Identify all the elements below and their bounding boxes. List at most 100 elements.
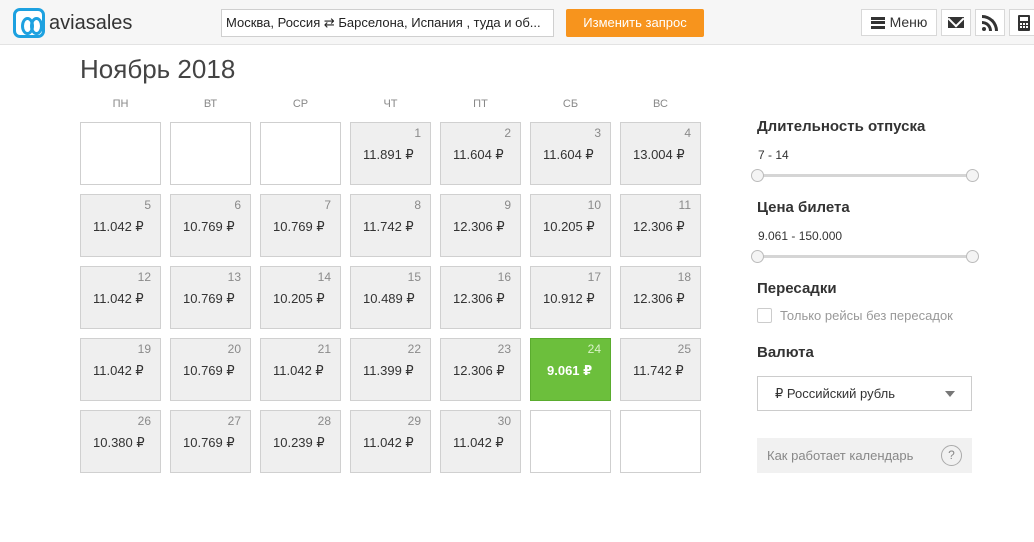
calendar-day-cell[interactable]: 6 10.769 ₽ <box>170 194 251 257</box>
day-price: 12.306 ₽ <box>633 291 685 306</box>
change-search-button[interactable]: Изменить запрос <box>566 9 704 37</box>
day-number: 1 <box>414 126 421 140</box>
chevron-down-icon <box>945 391 955 397</box>
day-number: 14 <box>317 270 331 284</box>
day-number: 28 <box>317 414 331 428</box>
day-number: 10 <box>587 198 601 212</box>
calendar-day-cell[interactable]: 1 11.891 ₽ <box>350 122 431 185</box>
price-title: Цена билета <box>757 199 850 216</box>
day-number: 24 <box>587 342 601 356</box>
menu-button[interactable]: Меню <box>861 9 937 36</box>
calendar-day-cell[interactable]: 22 11.399 ₽ <box>350 338 431 401</box>
calendar-day-cell[interactable]: 15 10.489 ₽ <box>350 266 431 329</box>
day-number: 13 <box>227 270 241 284</box>
day-number: 9 <box>504 198 511 212</box>
calendar-day-cell-cheapest[interactable]: 24 9.061 ₽ <box>530 338 611 401</box>
calendar-day-cell[interactable]: 2 11.604 ₽ <box>440 122 521 185</box>
calendar-day-cell[interactable]: 7 10.769 ₽ <box>260 194 341 257</box>
day-price: 11.604 ₽ <box>453 147 504 162</box>
weekday-label: ЧТ <box>383 98 398 110</box>
day-price: 10.205 ₽ <box>543 219 595 234</box>
calendar-day-cell[interactable]: 21 11.042 ₽ <box>260 338 341 401</box>
day-number: 21 <box>317 342 331 356</box>
calendar-day-cell[interactable]: 4 13.004 ₽ <box>620 122 701 185</box>
day-number: 25 <box>677 342 691 356</box>
duration-slider-min-handle[interactable] <box>751 169 764 182</box>
route-summary-field[interactable]: Москва, Россия ⇄ Барселона, Испания , ту… <box>221 9 554 37</box>
menu-label: Меню <box>889 14 928 30</box>
calendar-day-cell[interactable]: 5 11.042 ₽ <box>80 194 161 257</box>
calculator-button[interactable] <box>1009 9 1034 36</box>
calendar-day-cell[interactable]: 10 10.205 ₽ <box>530 194 611 257</box>
mail-button[interactable] <box>941 9 971 36</box>
calendar-day-cell[interactable]: 18 12.306 ₽ <box>620 266 701 329</box>
calendar-day-cell[interactable]: 8 11.742 ₽ <box>350 194 431 257</box>
calendar-day-cell[interactable]: 23 12.306 ₽ <box>440 338 521 401</box>
weekday-label: ПН <box>112 98 129 110</box>
day-price: 10.912 ₽ <box>543 291 595 306</box>
day-price: 11.042 ₽ <box>363 435 414 450</box>
calendar-day-cell[interactable]: 26 10.380 ₽ <box>80 410 161 473</box>
calendar-day-cell[interactable]: 29 11.042 ₽ <box>350 410 431 473</box>
day-price: 10.769 ₽ <box>183 219 235 234</box>
day-price: 10.380 ₽ <box>93 435 145 450</box>
rss-icon <box>982 14 998 31</box>
calendar-day-cell[interactable]: 11 12.306 ₽ <box>620 194 701 257</box>
currency-select[interactable]: ₽ Российский рубль <box>757 376 972 411</box>
how-calendar-works-link[interactable]: Как работает календарь ? <box>757 438 972 473</box>
day-number: 2 <box>504 126 511 140</box>
calendar-day-cell[interactable]: 20 10.769 ₽ <box>170 338 251 401</box>
duration-slider[interactable] <box>751 169 979 182</box>
calendar-day-cell[interactable]: 28 10.239 ₽ <box>260 410 341 473</box>
day-number: 22 <box>407 342 421 356</box>
calendar-day-cell[interactable]: 17 10.912 ₽ <box>530 266 611 329</box>
day-price: 10.489 ₽ <box>363 291 415 306</box>
day-price: 10.769 ₽ <box>183 291 235 306</box>
rss-button[interactable] <box>975 9 1005 36</box>
calendar-day-cell[interactable]: 30 11.042 ₽ <box>440 410 521 473</box>
day-price: 11.891 ₽ <box>363 147 414 162</box>
price-slider[interactable] <box>751 250 979 263</box>
day-number: 15 <box>407 270 421 284</box>
calendar-empty-cell <box>80 122 161 185</box>
calendar-day-cell[interactable]: 12 11.042 ₽ <box>80 266 161 329</box>
transfers-title: Пересадки <box>757 280 837 297</box>
day-number: 7 <box>324 198 331 212</box>
logo[interactable]: aviasales <box>13 8 132 38</box>
calendar-day-cell[interactable]: 25 11.742 ₽ <box>620 338 701 401</box>
day-number: 11 <box>678 198 691 212</box>
calendar-day-cell[interactable]: 13 10.769 ₽ <box>170 266 251 329</box>
logo-text: aviasales <box>49 11 133 34</box>
calendar-day-cell[interactable]: 9 12.306 ₽ <box>440 194 521 257</box>
day-number: 30 <box>497 414 511 428</box>
calendar-day-cell[interactable]: 19 11.042 ₽ <box>80 338 161 401</box>
day-price: 10.769 ₽ <box>183 435 235 450</box>
calculator-icon <box>1018 14 1030 31</box>
calendar-day-cell[interactable]: 27 10.769 ₽ <box>170 410 251 473</box>
day-price: 12.306 ₽ <box>633 219 685 234</box>
day-price: 11.742 ₽ <box>633 363 684 378</box>
menu-icon <box>870 16 885 29</box>
top-bar: aviasales Москва, Россия ⇄ Барселона, Ис… <box>0 0 1034 45</box>
logo-icon <box>13 8 45 38</box>
day-number: 4 <box>684 126 691 140</box>
day-price: 11.399 ₽ <box>363 363 414 378</box>
direct-only-checkbox[interactable] <box>757 308 772 323</box>
duration-title: Длительность отпуска <box>757 118 926 135</box>
calendar-day-cell[interactable]: 16 12.306 ₽ <box>440 266 521 329</box>
day-price: 11.742 ₽ <box>363 219 414 234</box>
calendar-day-cell[interactable]: 14 10.205 ₽ <box>260 266 341 329</box>
price-slider-min-handle[interactable] <box>751 250 764 263</box>
day-price: 11.042 ₽ <box>93 363 144 378</box>
duration-slider-max-handle[interactable] <box>966 169 979 182</box>
price-slider-max-handle[interactable] <box>966 250 979 263</box>
day-number: 23 <box>497 342 511 356</box>
direct-only-option[interactable]: Только рейсы без пересадок <box>757 308 953 323</box>
calendar-day-cell[interactable]: 3 11.604 ₽ <box>530 122 611 185</box>
calendar-empty-cell <box>530 410 611 473</box>
day-price: 11.042 ₽ <box>273 363 324 378</box>
weekday-label: ПТ <box>473 98 488 110</box>
day-price: 11.042 ₽ <box>93 219 144 234</box>
day-price: 10.769 ₽ <box>183 363 235 378</box>
day-number: 20 <box>227 342 241 356</box>
